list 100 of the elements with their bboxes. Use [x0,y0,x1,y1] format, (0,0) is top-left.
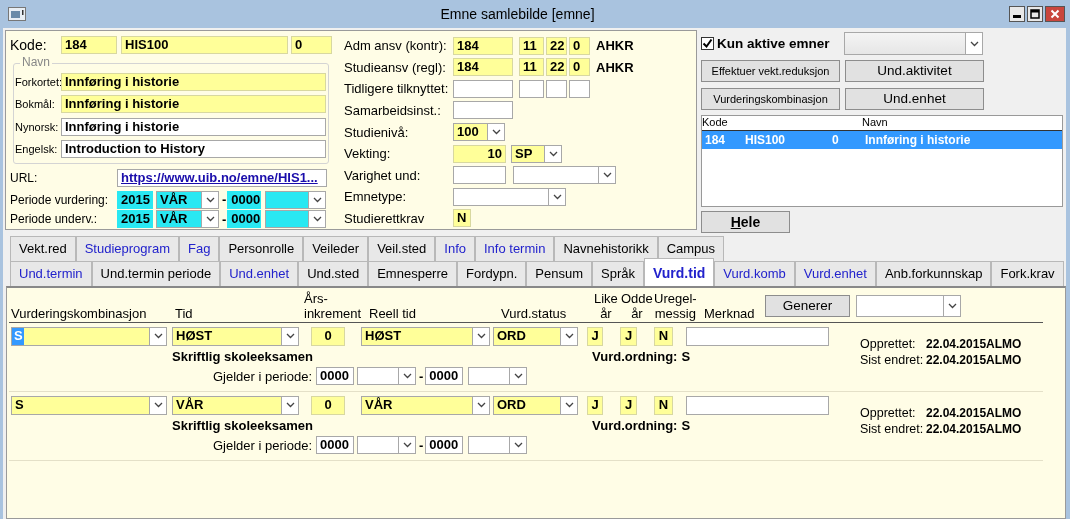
action-button[interactable]: Und.enhet [845,87,984,110]
dropdown[interactable] [357,436,416,454]
action-button[interactable]: Vurderingskombinasjon [701,87,840,110]
tab[interactable]: Navnehistorikk [554,236,658,261]
tab[interactable]: Anb.forkunnskap [875,261,992,286]
dropdown[interactable] [468,367,528,385]
maximize-button[interactable] [1027,6,1043,22]
checkbox[interactable]: Kun aktive emner [701,36,844,52]
text-field[interactable]: N [453,209,471,228]
text-field[interactable]: 0000 [227,190,262,209]
dropdown[interactable]: HØST [172,326,299,346]
column-header: Uregel- messig [654,291,697,321]
text-field[interactable]: N [654,395,673,415]
tab[interactable]: Und.enhet [220,261,299,286]
text-field[interactable]: 0000 [316,367,354,385]
text-field[interactable]: J [587,395,603,415]
text-field[interactable]: 0 [569,36,590,55]
chevron-icon [149,327,166,345]
text-field[interactable]: 10 [453,144,506,163]
tab[interactable]: Fag [179,236,220,261]
tab[interactable]: Vekt.red [10,236,76,261]
text-field[interactable]: 11 [519,36,544,55]
tab[interactable]: Fordypn. [457,261,527,286]
text-field[interactable]: Innføring i historie [61,72,326,91]
text-field[interactable] [686,395,829,415]
url-link[interactable]: https://www.uib.no/emne/HIS1... [117,169,327,188]
dropdown[interactable]: SP [511,144,562,163]
text-field[interactable]: 0000 [316,436,354,454]
date-value: 22.04.2015 [926,422,987,436]
text-field[interactable] [519,79,544,98]
text-field[interactable]: 0 [311,326,345,346]
text-field[interactable]: 0 [291,35,332,54]
tab[interactable]: Personrolle [219,236,304,261]
text-field[interactable] [453,166,506,185]
text-field[interactable] [546,79,567,98]
text-field[interactable]: 0000 [425,367,464,385]
generate-button[interactable]: Generer [765,294,850,317]
text-field[interactable] [569,79,590,98]
tab[interactable]: Veil.sted [368,236,436,261]
dropdown[interactable] [468,436,528,454]
dropdown[interactable]: VÅR [156,210,219,229]
dropdown[interactable] [513,166,616,185]
dropdown[interactable]: HØST [361,326,490,346]
text-field[interactable]: 0000 [227,210,262,229]
text-field[interactable] [453,101,513,120]
tab[interactable]: Und.termin periode [91,261,221,286]
date-value: 22.04.2015 [926,337,987,351]
text-field[interactable]: 2015 [117,210,153,229]
text-field[interactable]: 184 [61,35,117,54]
action-button[interactable]: Und.aktivitet [845,59,984,82]
dropdown[interactable]: VÅR [172,395,299,415]
dropdown[interactable] [265,210,327,229]
text-field[interactable]: 0 [311,395,345,415]
tab[interactable]: Veileder [303,236,369,261]
minimize-button[interactable] [1009,6,1025,22]
text-field[interactable]: 184 [453,58,513,77]
text-field[interactable]: Innføring i historie [61,95,326,114]
dropdown[interactable] [265,190,327,209]
text-field[interactable]: J [620,395,637,415]
text-field[interactable] [453,79,513,98]
tab[interactable]: Fork.krav [991,261,1064,286]
dropdown[interactable] [856,294,961,317]
dropdown[interactable] [453,187,566,206]
tab[interactable]: Info termin [475,236,555,261]
dropdown[interactable]: VÅR [156,190,219,209]
text-field[interactable]: Innføring i historie [61,117,326,136]
text-field[interactable]: 0 [569,58,590,77]
hele-button[interactable]: Hele [701,211,790,233]
text-field[interactable]: N [654,326,673,346]
dropdown[interactable]: VÅR [361,395,490,415]
text-field[interactable]: 184 [453,36,513,55]
chevron-icon [548,188,565,205]
text-field[interactable]: 11 [519,58,544,77]
dropdown[interactable] [844,32,983,56]
tab[interactable]: Vurd.enhet [794,261,876,286]
tab[interactable]: Vurd.tid [644,258,715,286]
text-field[interactable]: 2015 [117,190,153,209]
text-field[interactable]: J [620,326,637,346]
action-button[interactable]: Effektuer vekt.reduksjon [701,59,840,82]
tab[interactable]: Und.termin [10,261,92,286]
tab[interactable]: Emnesperre [368,261,457,286]
close-button[interactable] [1045,6,1065,22]
text-field[interactable]: Introduction to History [61,140,326,159]
dropdown[interactable]: S [11,395,167,415]
dropdown[interactable] [357,367,416,385]
dropdown[interactable]: 100 [453,123,505,142]
text-field[interactable]: 22 [546,58,567,77]
dropdown[interactable]: ORD [493,326,578,346]
text-field[interactable] [686,326,829,346]
tab[interactable]: Vurd.komb [714,261,795,286]
dropdown[interactable]: ORD [493,395,578,415]
text-field[interactable]: J [587,326,603,346]
tab[interactable]: Und.sted [298,261,369,286]
tab[interactable]: Språk [592,261,644,286]
tab[interactable]: Studieprogram [75,236,179,261]
text-field[interactable]: 0000 [425,436,464,454]
text-field[interactable]: 22 [546,36,567,55]
tab[interactable]: Pensum [526,261,592,286]
tab[interactable]: Info [435,236,475,261]
text-field[interactable]: HIS100 [121,35,288,54]
